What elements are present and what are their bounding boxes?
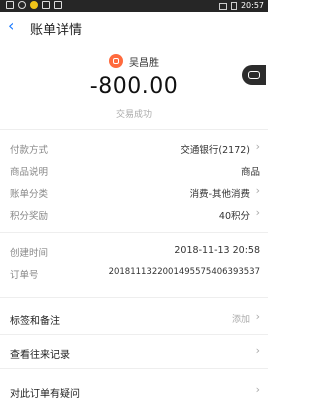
detail-value: 商品 xyxy=(240,167,260,178)
chevron-right-icon: › xyxy=(255,344,260,357)
divider xyxy=(0,334,268,335)
amount: -800.00 xyxy=(89,74,179,99)
detail-label: 积分奖励 xyxy=(10,211,49,222)
notification-icon xyxy=(6,1,14,9)
signal-icon xyxy=(218,2,227,10)
nav-header: ‹ 账单详情 xyxy=(0,12,268,40)
meta-value: 2018-11-13 20:58 xyxy=(174,245,260,256)
payee-name: 吴昌胜 xyxy=(129,57,159,69)
status-bar: 20:57 xyxy=(0,0,268,12)
notification-icon xyxy=(54,1,62,9)
meta-row-order-number: 订单号 20181113220014955754063935​37 xyxy=(10,263,260,283)
detail-row-payment-method[interactable]: 付款方式 交通银行(2172) › xyxy=(10,138,260,158)
transaction-status: 交易成功 xyxy=(115,110,152,120)
action-label: 标签和备注 xyxy=(10,316,60,327)
detail-value: 交通银行(2172) xyxy=(180,145,250,156)
meta-value: 20181113220014955754063935​37 xyxy=(108,267,260,277)
meta-label: 订单号 xyxy=(10,270,39,281)
detail-row-category[interactable]: 账单分类 消费-其他消费 › xyxy=(10,182,260,202)
chevron-right-icon: › xyxy=(255,383,260,396)
bill-detail-screen: 20:57 ‹ 账单详情 吴昌胜 -800.00 交易成功 付款方式 交通银行(… xyxy=(0,0,268,407)
status-time: 20:57 xyxy=(240,1,264,10)
tags-notes-row[interactable]: 标签和备注 添加 › xyxy=(10,306,260,330)
chevron-right-icon: › xyxy=(255,206,260,219)
meta-label: 创建时间 xyxy=(10,248,49,259)
notification-icon xyxy=(30,1,38,9)
battery-icon xyxy=(230,2,237,10)
action-value: 添加 xyxy=(231,315,250,325)
detail-label: 付款方式 xyxy=(10,145,49,156)
divider xyxy=(0,232,268,233)
detail-row-product: 商品说明 商品 xyxy=(10,160,260,180)
chevron-right-icon: › xyxy=(255,140,260,153)
divider xyxy=(0,368,268,369)
action-label: 查看往来记录 xyxy=(10,350,70,361)
detail-row-points[interactable]: 积分奖励 40积分 › xyxy=(10,204,260,224)
order-question-row[interactable]: 对此订单有疑问 › xyxy=(10,379,260,403)
meta-row-created-time: 创建时间 2018-11-13 20:58 xyxy=(10,241,260,261)
action-label: 对此订单有疑问 xyxy=(10,389,80,400)
notification-icons xyxy=(6,1,62,9)
divider xyxy=(0,129,268,130)
payee-avatar-icon xyxy=(109,54,123,68)
chevron-left-icon[interactable]: ‹ xyxy=(8,16,14,36)
page-title: 账单详情 xyxy=(30,23,83,38)
detail-value: 消费-其他消费 xyxy=(189,189,250,200)
detail-label: 账单分类 xyxy=(10,189,49,200)
detail-value: 40积分 xyxy=(218,211,250,222)
mail-icon xyxy=(42,1,50,9)
detail-label: 商品说明 xyxy=(10,167,49,178)
notification-icon xyxy=(18,1,26,9)
chevron-right-icon: › xyxy=(255,184,260,197)
divider xyxy=(0,297,268,298)
chevron-right-icon: › xyxy=(255,310,260,323)
payee: 吴昌胜 xyxy=(0,52,268,70)
view-history-row[interactable]: 查看往来记录 › xyxy=(10,340,260,364)
